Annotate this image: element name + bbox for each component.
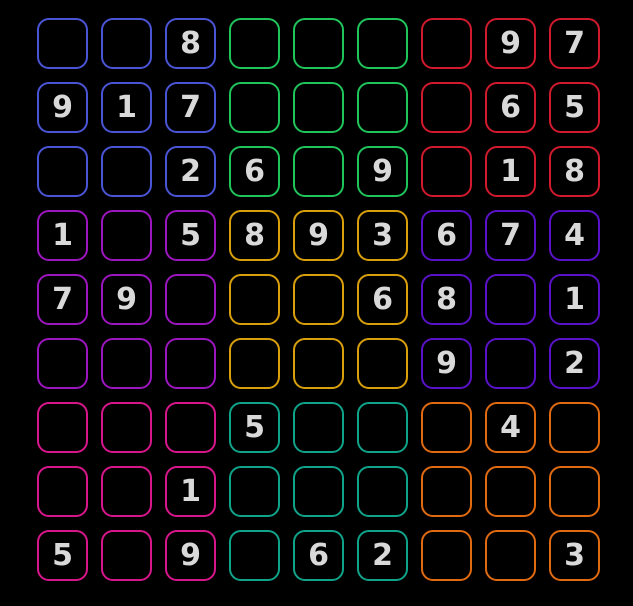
sudoku-cell-r1c2[interactable] <box>101 18 152 69</box>
sudoku-cell-r1c8[interactable]: 9 <box>485 18 536 69</box>
sudoku-cell-r9c9[interactable]: 3 <box>549 530 600 581</box>
sudoku-cell-r9c5[interactable]: 6 <box>293 530 344 581</box>
sudoku-cell-r2c6[interactable] <box>357 82 408 133</box>
sudoku-cell-r9c1[interactable]: 5 <box>37 530 88 581</box>
sudoku-cell-r7c1[interactable] <box>37 402 88 453</box>
sudoku-cell-r8c1[interactable] <box>37 466 88 517</box>
sudoku-cell-r4c1[interactable]: 1 <box>37 210 88 261</box>
sudoku-cell-r8c6[interactable] <box>357 466 408 517</box>
sudoku-cell-r4c7[interactable]: 6 <box>421 210 472 261</box>
sudoku-cell-r9c2[interactable] <box>101 530 152 581</box>
sudoku-cell-r4c8[interactable]: 7 <box>485 210 536 261</box>
sudoku-cell-r3c2[interactable] <box>101 146 152 197</box>
sudoku-cell-r4c3[interactable]: 5 <box>165 210 216 261</box>
sudoku-cell-r3c7[interactable] <box>421 146 472 197</box>
sudoku-cell-r1c3[interactable]: 8 <box>165 18 216 69</box>
sudoku-cell-r8c3[interactable]: 1 <box>165 466 216 517</box>
sudoku-cell-r8c4[interactable] <box>229 466 280 517</box>
sudoku-cell-r4c2[interactable] <box>101 210 152 261</box>
sudoku-cell-r2c2[interactable]: 1 <box>101 82 152 133</box>
sudoku-cell-r6c4[interactable] <box>229 338 280 389</box>
sudoku-cell-r9c7[interactable] <box>421 530 472 581</box>
sudoku-cell-r1c7[interactable] <box>421 18 472 69</box>
sudoku-cell-r8c5[interactable] <box>293 466 344 517</box>
sudoku-cell-r7c2[interactable] <box>101 402 152 453</box>
sudoku-cell-r6c5[interactable] <box>293 338 344 389</box>
sudoku-cell-r2c7[interactable] <box>421 82 472 133</box>
sudoku-cell-r8c2[interactable] <box>101 466 152 517</box>
sudoku-cell-r6c6[interactable] <box>357 338 408 389</box>
sudoku-cell-r1c4[interactable] <box>229 18 280 69</box>
sudoku-cell-r6c9[interactable]: 2 <box>549 338 600 389</box>
sudoku-cell-r3c9[interactable]: 8 <box>549 146 600 197</box>
sudoku-cell-r8c8[interactable] <box>485 466 536 517</box>
sudoku-cell-r7c8[interactable]: 4 <box>485 402 536 453</box>
sudoku-cell-r9c3[interactable]: 9 <box>165 530 216 581</box>
sudoku-cell-r8c9[interactable] <box>549 466 600 517</box>
sudoku-cell-r5c8[interactable] <box>485 274 536 325</box>
sudoku-cell-r2c8[interactable]: 6 <box>485 82 536 133</box>
sudoku-cell-r9c6[interactable]: 2 <box>357 530 408 581</box>
sudoku-cell-r4c4[interactable]: 8 <box>229 210 280 261</box>
sudoku-cell-r7c4[interactable]: 5 <box>229 402 280 453</box>
sudoku-board: 897917652691815893674796819254159623 <box>0 0 633 606</box>
sudoku-cell-r5c5[interactable] <box>293 274 344 325</box>
sudoku-cell-r7c3[interactable] <box>165 402 216 453</box>
sudoku-cell-r1c5[interactable] <box>293 18 344 69</box>
sudoku-cell-r4c9[interactable]: 4 <box>549 210 600 261</box>
sudoku-cell-r2c4[interactable] <box>229 82 280 133</box>
sudoku-cell-r6c8[interactable] <box>485 338 536 389</box>
sudoku-cell-r3c5[interactable] <box>293 146 344 197</box>
sudoku-cell-r2c5[interactable] <box>293 82 344 133</box>
sudoku-cell-r4c5[interactable]: 9 <box>293 210 344 261</box>
sudoku-cell-r5c9[interactable]: 1 <box>549 274 600 325</box>
sudoku-cell-r2c3[interactable]: 7 <box>165 82 216 133</box>
sudoku-cell-r6c2[interactable] <box>101 338 152 389</box>
sudoku-cell-r2c9[interactable]: 5 <box>549 82 600 133</box>
sudoku-cell-r7c5[interactable] <box>293 402 344 453</box>
sudoku-cell-r3c8[interactable]: 1 <box>485 146 536 197</box>
sudoku-cell-r4c6[interactable]: 3 <box>357 210 408 261</box>
sudoku-cell-r1c6[interactable] <box>357 18 408 69</box>
sudoku-cell-r5c1[interactable]: 7 <box>37 274 88 325</box>
sudoku-cell-r7c7[interactable] <box>421 402 472 453</box>
sudoku-cell-r6c7[interactable]: 9 <box>421 338 472 389</box>
sudoku-cell-r3c1[interactable] <box>37 146 88 197</box>
sudoku-cell-r1c9[interactable]: 7 <box>549 18 600 69</box>
sudoku-cell-r8c7[interactable] <box>421 466 472 517</box>
sudoku-cell-r3c6[interactable]: 9 <box>357 146 408 197</box>
sudoku-cell-r5c2[interactable]: 9 <box>101 274 152 325</box>
sudoku-cell-r9c8[interactable] <box>485 530 536 581</box>
sudoku-cell-r7c9[interactable] <box>549 402 600 453</box>
sudoku-cell-r5c6[interactable]: 6 <box>357 274 408 325</box>
sudoku-cell-r3c3[interactable]: 2 <box>165 146 216 197</box>
sudoku-cell-r6c3[interactable] <box>165 338 216 389</box>
sudoku-cell-r5c4[interactable] <box>229 274 280 325</box>
sudoku-cell-r3c4[interactable]: 6 <box>229 146 280 197</box>
sudoku-cell-r5c3[interactable] <box>165 274 216 325</box>
sudoku-cell-r2c1[interactable]: 9 <box>37 82 88 133</box>
sudoku-cell-r5c7[interactable]: 8 <box>421 274 472 325</box>
sudoku-cell-r9c4[interactable] <box>229 530 280 581</box>
sudoku-cell-r6c1[interactable] <box>37 338 88 389</box>
sudoku-cell-r1c1[interactable] <box>37 18 88 69</box>
sudoku-cell-r7c6[interactable] <box>357 402 408 453</box>
